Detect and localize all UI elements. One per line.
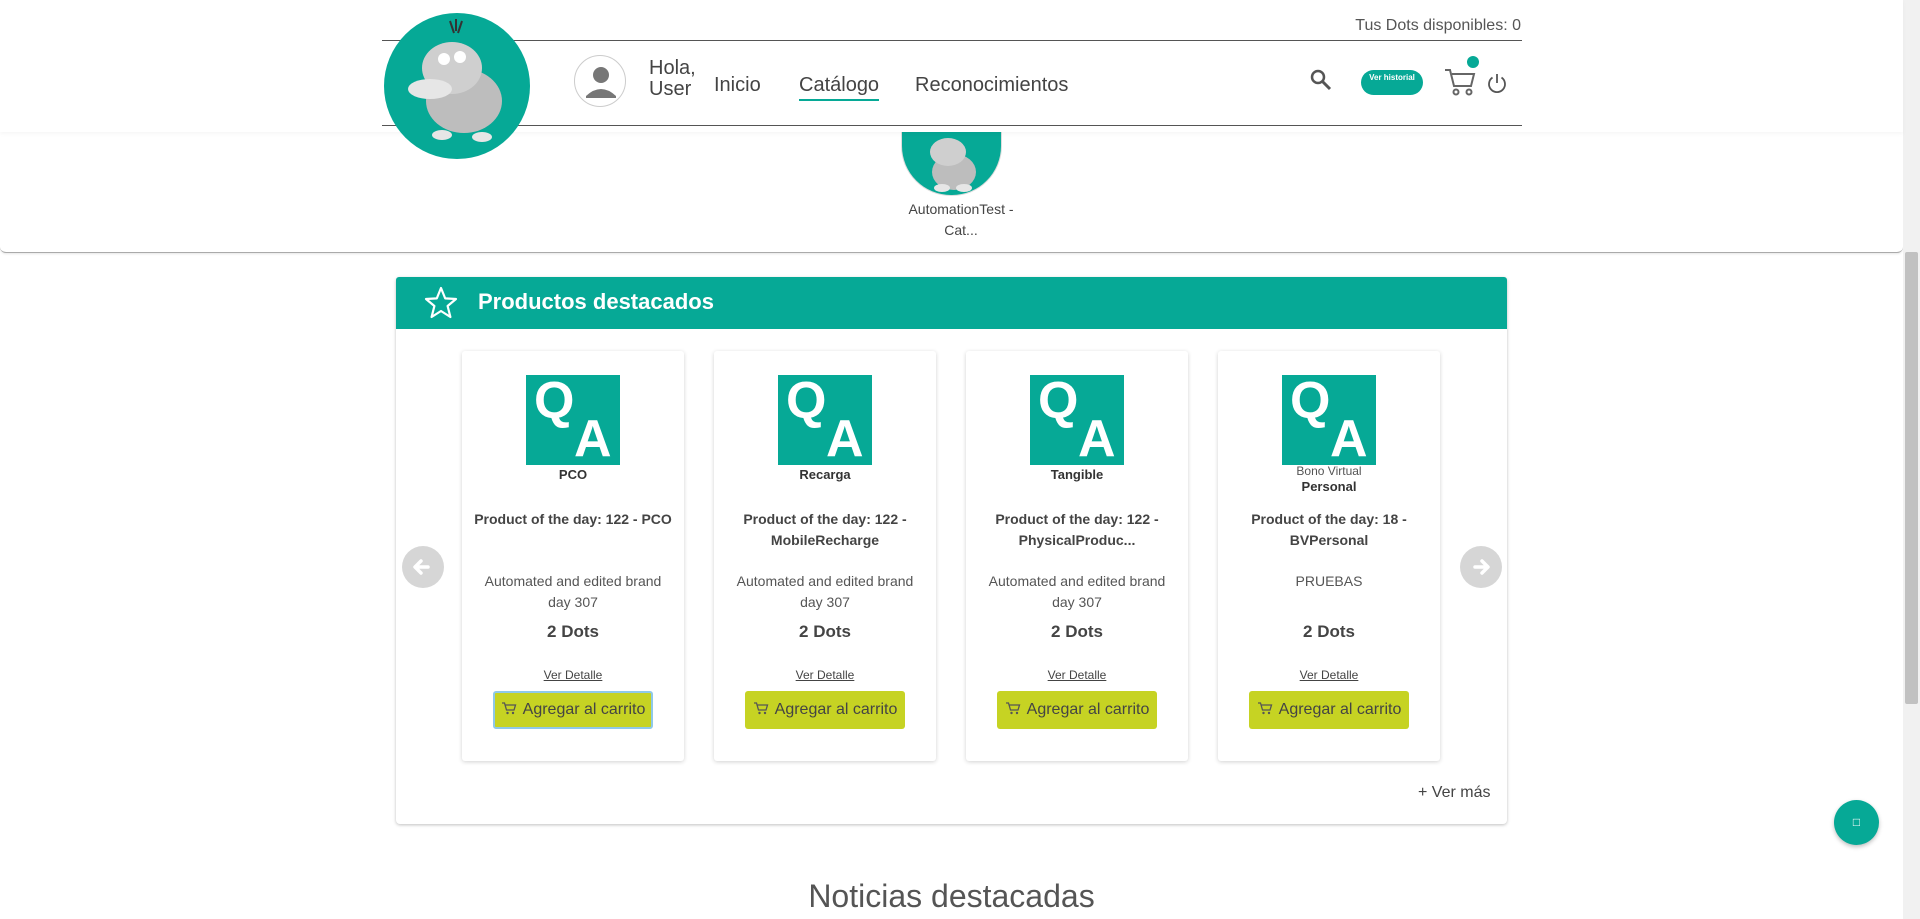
product-price: 2 Dots (1303, 622, 1355, 641)
product-detail-link[interactable]: Ver Detalle (1218, 668, 1440, 682)
top-header: Tus Dots disponibles: 0 Hola, User Inici… (0, 0, 1903, 132)
product-image[interactable]: Q A (1282, 372, 1376, 468)
scrollbar-thumb[interactable] (1905, 252, 1918, 704)
search-icon[interactable] (1309, 68, 1333, 92)
header-divider-top (382, 40, 1522, 41)
product-card: Q A Recarga Product of the day: 122 - Mo… (714, 351, 936, 761)
product-brand: Automated and edited brand day 307 (484, 573, 662, 610)
product-detail-link[interactable]: Ver Detalle (462, 668, 684, 682)
dots-value: 0 (1512, 17, 1521, 34)
history-button[interactable]: Ver historial (1361, 70, 1423, 95)
product-image[interactable]: Q A (526, 372, 620, 468)
power-icon[interactable] (1486, 72, 1508, 94)
see-more-link[interactable]: + Ver más (1418, 784, 1490, 802)
chat-icon: □ (1852, 815, 1861, 829)
product-price: 2 Dots (547, 622, 599, 641)
product-name: Product of the day: 122 - PhysicalProduc… (995, 511, 1159, 548)
product-card: Q A Bono Virtual Personal Product of the… (1218, 351, 1440, 761)
product-brand: Automated and edited brand day 307 (988, 573, 1166, 610)
chat-fab-button[interactable]: □ (1834, 800, 1879, 845)
arrow-right-icon (1473, 559, 1490, 575)
product-brand: Automated and edited brand day 307 (736, 573, 914, 610)
news-section-title: Noticias destacadas (808, 878, 1095, 914)
add-to-cart-button[interactable]: Agregar al carrito (493, 691, 653, 729)
arrow-left-icon (413, 559, 430, 575)
add-to-cart-button[interactable]: Agregar al carrito (1249, 691, 1409, 729)
nav-catalogo[interactable]: Catálogo (799, 74, 880, 101)
product-name: Product of the day: 122 - MobileRecharge (743, 511, 907, 548)
dots-available: Tus Dots disponibles: 0 (382, 17, 1521, 35)
product-brand: PRUEBAS (1295, 573, 1363, 589)
product-image[interactable]: Q A (778, 372, 872, 468)
product-detail-link[interactable]: Ver Detalle (714, 668, 936, 682)
star-icon (424, 286, 458, 320)
cart-badge (1467, 56, 1479, 68)
dots-label: Tus Dots disponibles: (1355, 17, 1508, 34)
cart-icon (753, 702, 769, 715)
product-price: 2 Dots (799, 622, 851, 641)
product-type: Recarga (799, 467, 851, 482)
brand-logo[interactable] (384, 13, 530, 159)
user-avatar-icon[interactable] (574, 55, 626, 107)
cart-icon (1257, 702, 1273, 715)
product-type: Tangible (1050, 467, 1104, 482)
product-image[interactable]: Q A (1030, 372, 1124, 468)
product-name: Product of the day: 18 - BVPersonal (1251, 511, 1407, 548)
add-to-cart-button[interactable]: Agregar al carrito (997, 691, 1157, 729)
add-to-cart-button[interactable]: Agregar al carrito (745, 691, 905, 729)
product-subtype: Bono Virtual (1296, 464, 1362, 478)
product-detail-link[interactable]: Ver Detalle (966, 668, 1188, 682)
header-divider-bottom (382, 125, 1522, 126)
product-card: Q A Tangible Product of the day: 122 - P… (966, 351, 1188, 761)
product-type: Personal (1301, 479, 1357, 494)
nav-inicio[interactable]: Inicio (714, 74, 761, 97)
product-type: PCO (558, 467, 588, 482)
cart-icon (501, 702, 517, 715)
cart-icon (1005, 702, 1021, 715)
carousel-next-button[interactable] (1460, 546, 1502, 588)
greeting: Hola, User (649, 57, 696, 100)
product-name: Product of the day: 122 - PCO (474, 511, 672, 527)
product-card: Q A PCO Product of the day: 122 - PCO Au… (462, 351, 684, 761)
product-price: 2 Dots (1051, 622, 1103, 641)
category-label[interactable]: AutomationTest - Cat... (900, 199, 1022, 241)
carousel-prev-button[interactable] (402, 546, 444, 588)
nav-reconocimientos[interactable]: Reconocimientos (915, 74, 1068, 97)
featured-products-title: Productos destacados (478, 289, 714, 314)
